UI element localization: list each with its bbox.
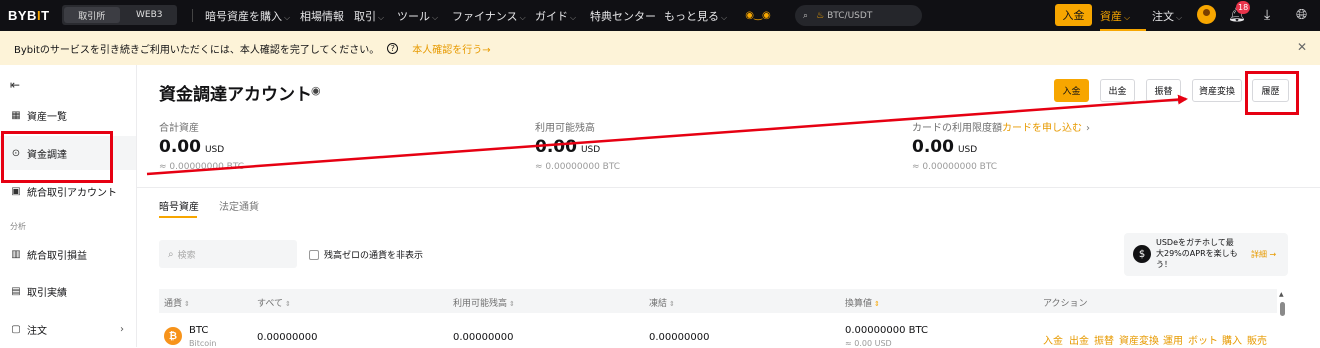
annotation-arrow	[146, 94, 1188, 176]
